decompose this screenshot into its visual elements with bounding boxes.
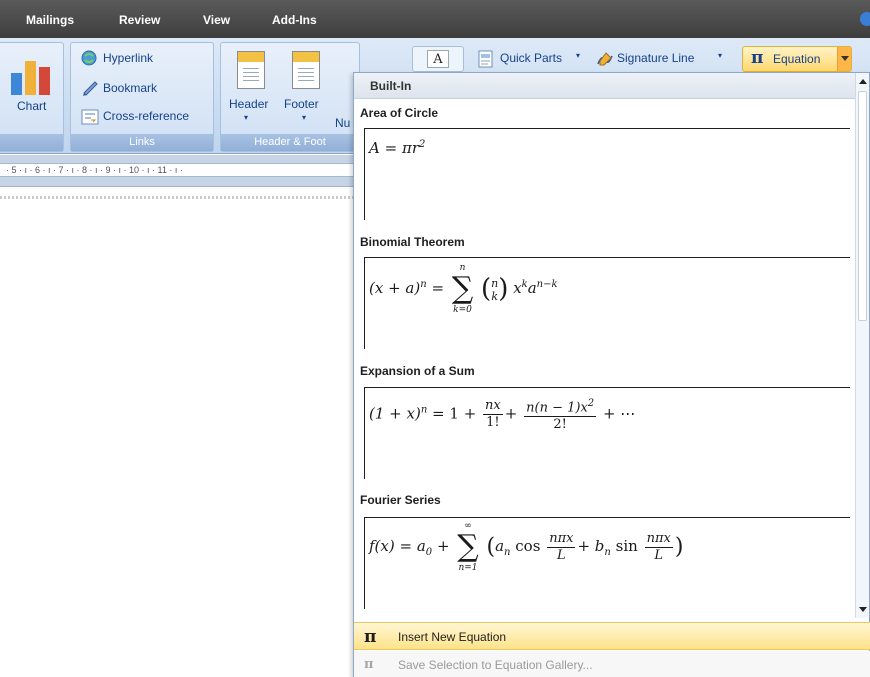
equation-category-title: Binomial Theorem: [360, 235, 465, 249]
chart-button[interactable]: Chart: [17, 99, 46, 113]
links-group: Hyperlink Bookmark Cross-reference Links: [70, 42, 214, 152]
save-selection-label: Save Selection to Equation Gallery...: [398, 658, 593, 672]
equation-preview: f(x) = a0 + ∞ ∑ n=1 (an cos nπx L + bn sin n…: [369, 521, 684, 573]
header-button[interactable]: Header: [229, 97, 268, 111]
illustrations-group: Chart: [0, 42, 64, 152]
equation-category-title: Fourier Series: [360, 493, 441, 507]
scroll-up-arrow-icon[interactable]: [859, 79, 867, 84]
quick-parts-icon: [478, 50, 493, 68]
scrollbar-thumb[interactable]: [858, 91, 867, 321]
page-number-button[interactable]: Nu: [335, 116, 350, 130]
bookmark-icon: [83, 81, 98, 96]
gallery-section-header: Built-In: [354, 73, 857, 99]
equation-category-title: Area of Circle: [360, 106, 439, 120]
equation-item-area-of-circle[interactable]: A = πr2: [364, 128, 850, 220]
text-box-button[interactable]: A: [412, 46, 464, 72]
equation-item-binomial-theorem[interactable]: (x + a)n = n ∑ k=0 (n k) xkan−k: [364, 257, 850, 349]
pi-icon: π: [364, 627, 377, 647]
header-footer-group-label: Header & Foot: [221, 134, 359, 151]
equation-dropdown-arrow[interactable]: [837, 47, 851, 71]
help-icon[interactable]: [860, 12, 870, 26]
equation-item-expansion-of-a-sum[interactable]: (1 + x)n = 1 + nx 1! + n(n − 1)x2 2! + ⋯: [364, 387, 850, 479]
text-box-icon: A: [427, 50, 449, 68]
signature-line-dropdown-icon[interactable]: ▾: [718, 51, 722, 60]
tab-review[interactable]: Review: [119, 13, 160, 27]
horizontal-ruler[interactable]: · 5 · ı · 6 · ı · 7 · ı · 8 · ı · 9 · ı …: [0, 155, 355, 187]
signature-line-icon: [597, 52, 613, 66]
header-icon: [237, 51, 265, 89]
footer-icon: [292, 51, 320, 89]
insert-new-equation-label: Insert New Equation: [398, 630, 507, 644]
tab-mailings[interactable]: Mailings: [26, 13, 74, 27]
footer-dropdown-arrow-icon[interactable]: ▾: [302, 113, 306, 122]
page-top-edge: [0, 196, 355, 199]
tab-view[interactable]: View: [203, 13, 230, 27]
equation-label: Equation: [773, 52, 821, 66]
tab-add-ins[interactable]: Add-Ins: [272, 13, 317, 27]
save-equation-icon: π: [364, 657, 374, 672]
equation-category-title: Expansion of a Sum: [360, 364, 475, 378]
pi-icon: π: [751, 48, 764, 68]
hyperlink-icon: [81, 50, 97, 66]
equation-item-fourier-series[interactable]: f(x) = a0 + ∞ ∑ n=1 (an cos nπx L + bn sin n…: [364, 517, 850, 609]
equation-gallery-dropdown: Built-In Area of Circle A = πr2 Binomial…: [353, 72, 870, 677]
scroll-down-arrow-icon[interactable]: [859, 607, 867, 612]
links-group-label: Links: [71, 134, 213, 151]
cross-reference-button[interactable]: Cross-reference: [103, 109, 189, 123]
bookmark-button[interactable]: Bookmark: [103, 81, 157, 95]
chart-icon[interactable]: [11, 59, 51, 95]
insert-new-equation-item[interactable]: π Insert New Equation: [354, 622, 870, 650]
hyperlink-button[interactable]: Hyperlink: [103, 51, 153, 65]
chevron-down-icon: [841, 56, 849, 61]
equation-preview: (x + a)n = n ∑ k=0 (n k) xkan−k: [369, 263, 558, 315]
quick-parts-button[interactable]: Quick Parts: [500, 51, 562, 65]
equation-preview: A = πr2: [369, 139, 426, 157]
cross-reference-icon: [81, 109, 99, 125]
equation-preview: (1 + x)n = 1 + nx 1! + n(n − 1)x2 2! + ⋯: [369, 398, 636, 433]
ribbon-tab-bar: Mailings Review View Add-Ins: [0, 0, 870, 38]
quick-parts-dropdown-icon[interactable]: ▾: [576, 51, 580, 60]
signature-line-button[interactable]: Signature Line: [617, 51, 694, 65]
equation-button[interactable]: π Equation: [742, 46, 852, 72]
ruler-scale: · 5 · ı · 6 · ı · 7 · ı · 8 · ı · 9 · ı …: [0, 163, 355, 177]
illustrations-group-label: [0, 134, 63, 151]
gallery-scrollbar[interactable]: [855, 73, 869, 618]
header-footer-group: Header Footer ▾ ▾ Nu Header & Foot: [220, 42, 360, 152]
footer-button[interactable]: Footer: [284, 97, 319, 111]
save-selection-to-gallery-item[interactable]: π Save Selection to Equation Gallery...: [354, 651, 870, 677]
header-dropdown-arrow-icon[interactable]: ▾: [244, 113, 248, 122]
